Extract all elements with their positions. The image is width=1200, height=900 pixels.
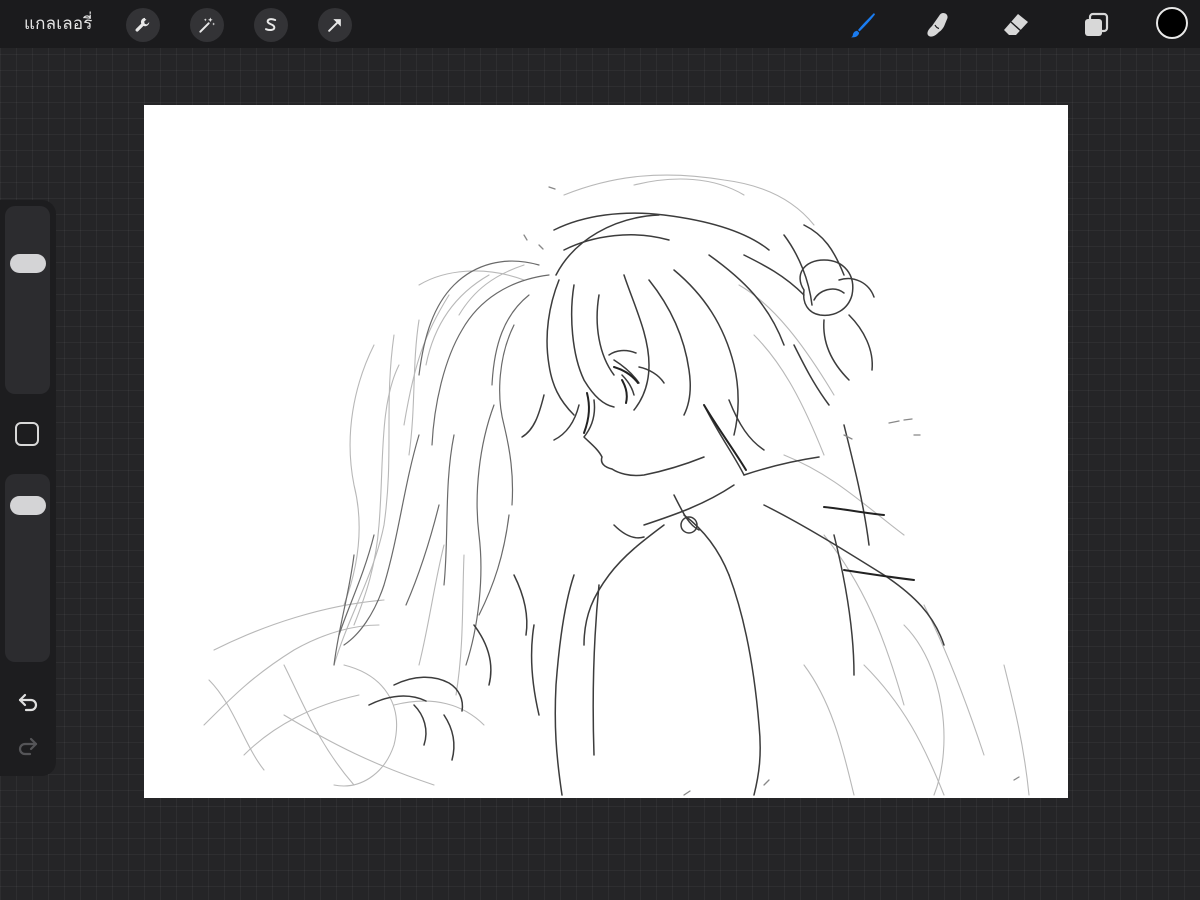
gallery-button[interactable]: แกลเลอรี่ <box>24 12 93 36</box>
wrench-icon <box>135 17 150 32</box>
current-color-swatch[interactable] <box>1156 7 1188 39</box>
layers-icon <box>1085 12 1109 36</box>
selection-button[interactable] <box>254 8 288 42</box>
eraser-icon <box>1004 14 1028 35</box>
opacity-slider[interactable] <box>5 474 50 662</box>
drawing-canvas[interactable] <box>144 105 1068 798</box>
eraser-tool-button[interactable] <box>998 8 1034 42</box>
sketch-artwork <box>203 174 1030 796</box>
modify-button[interactable] <box>15 422 39 446</box>
opacity-thumb[interactable] <box>10 495 46 515</box>
actions-button[interactable] <box>126 8 160 42</box>
smudge-finger-icon <box>927 13 948 37</box>
redo-button[interactable] <box>12 730 44 760</box>
top-toolbar: แกลเลอรี่ <box>0 0 1200 48</box>
left-sidebar <box>0 200 56 776</box>
brush-size-thumb[interactable] <box>10 254 46 274</box>
brush-icon <box>851 13 875 38</box>
smudge-tool-button[interactable] <box>920 8 956 42</box>
brush-size-slider[interactable] <box>5 206 50 394</box>
layers-button[interactable] <box>1078 8 1114 42</box>
undo-icon <box>18 693 38 712</box>
arrow-cursor-icon <box>328 19 341 32</box>
brush-tool-button[interactable] <box>845 8 881 42</box>
magic-wand-icon <box>199 17 216 33</box>
selection-s-icon <box>265 18 277 32</box>
transform-button[interactable] <box>318 8 352 42</box>
adjustments-button[interactable] <box>190 8 224 42</box>
undo-button[interactable] <box>12 686 44 716</box>
redo-icon <box>18 737 38 756</box>
